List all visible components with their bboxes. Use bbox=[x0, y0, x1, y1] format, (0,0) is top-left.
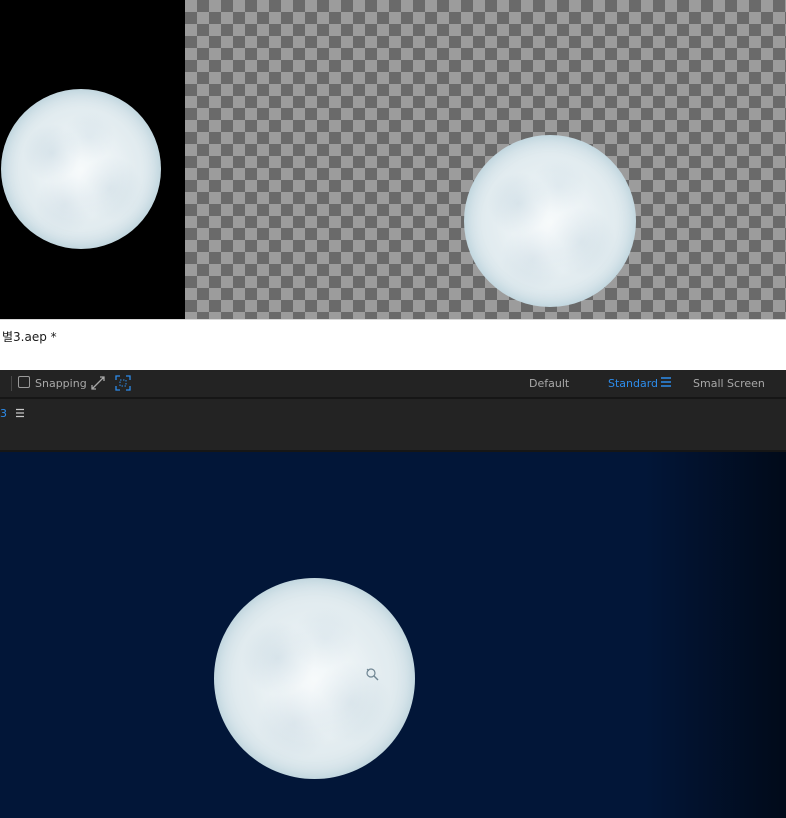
transparency-grid-preview bbox=[185, 0, 786, 319]
region-select-icon[interactable] bbox=[115, 375, 131, 391]
after-effects-window: 별3.aep * Snapping Default Standard Small… bbox=[0, 0, 786, 818]
footage-preview-strip bbox=[0, 0, 786, 319]
toolbar-divider bbox=[11, 376, 12, 391]
workspace-default[interactable]: Default bbox=[529, 377, 569, 390]
workspace-menu-icon[interactable] bbox=[661, 375, 671, 389]
toolbar: Snapping Default Standard Small Screen bbox=[0, 370, 786, 399]
composition-viewer[interactable] bbox=[0, 452, 786, 818]
composition-panel-header: 3 bbox=[0, 399, 786, 452]
moon-sphere-transparent-bg bbox=[464, 135, 636, 307]
moon-sphere-black-bg bbox=[1, 89, 161, 249]
composition-tab-label[interactable]: 3 bbox=[0, 407, 7, 420]
workspace-small-screen[interactable]: Small Screen bbox=[693, 377, 765, 390]
snapping-label[interactable]: Snapping bbox=[35, 377, 87, 390]
workspace-standard[interactable]: Standard bbox=[608, 377, 658, 390]
panel-menu-icon[interactable] bbox=[15, 407, 25, 419]
black-background-preview bbox=[0, 0, 185, 319]
project-title: 별3.aep * bbox=[2, 330, 57, 344]
cursor-icon bbox=[366, 668, 379, 681]
expand-arrows-icon[interactable] bbox=[90, 375, 106, 391]
moon-sphere-composition[interactable] bbox=[214, 578, 415, 779]
snapping-checkbox[interactable] bbox=[18, 376, 30, 388]
title-bar: 별3.aep * bbox=[0, 319, 786, 370]
